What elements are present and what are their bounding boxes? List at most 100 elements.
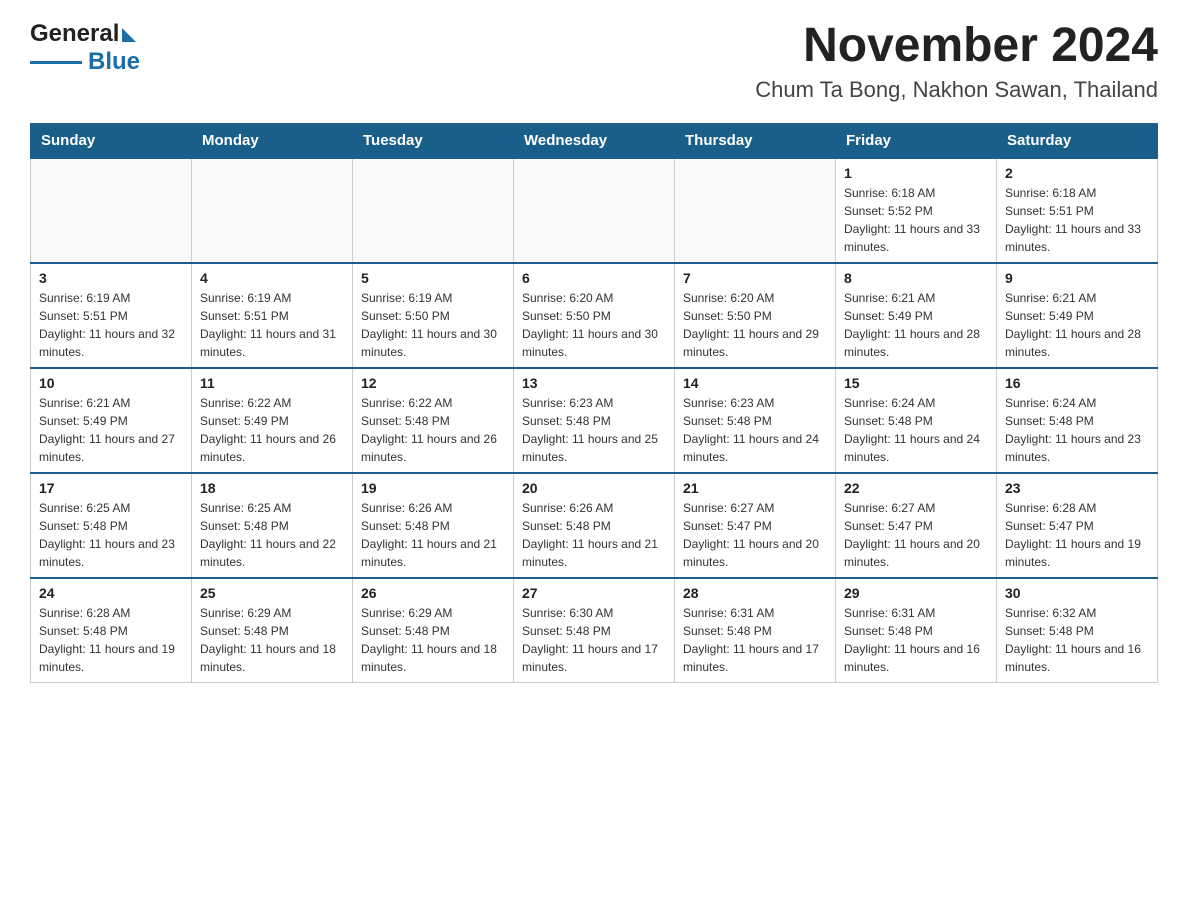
day-number: 29 [844, 585, 988, 601]
calendar-day-cell: 27 Sunrise: 6:30 AM Sunset: 5:48 PM Dayli… [514, 578, 675, 683]
day-of-week-header: Thursday [675, 123, 836, 158]
logo-underline [30, 61, 82, 64]
day-number: 8 [844, 270, 988, 286]
day-info: Sunrise: 6:28 AM Sunset: 5:48 PM Dayligh… [39, 604, 183, 676]
day-number: 10 [39, 375, 183, 391]
day-info: Sunrise: 6:20 AM Sunset: 5:50 PM Dayligh… [683, 289, 827, 361]
day-number: 24 [39, 585, 183, 601]
day-number: 28 [683, 585, 827, 601]
calendar-day-cell: 22Sunrise: 6:27 AM Sunset: 5:47 PM Dayli… [836, 473, 997, 578]
day-info: Sunrise: 6:19 AM Sunset: 5:51 PM Dayligh… [39, 289, 183, 361]
day-info: Sunrise: 6:29 AM Sunset: 5:48 PM Dayligh… [200, 604, 344, 676]
calendar-day-cell: 11 Sunrise: 6:22 AM Sunset: 5:49 PM Dayli… [192, 368, 353, 473]
day-number: 3 [39, 270, 183, 286]
day-number: 19 [361, 480, 505, 496]
calendar-day-cell: 2 Sunrise: 6:18 AM Sunset: 5:51 PM Daylig… [997, 158, 1158, 263]
calendar-day-cell: 29Sunrise: 6:31 AM Sunset: 5:48 PM Dayli… [836, 578, 997, 683]
calendar-day-cell: 4 Sunrise: 6:19 AM Sunset: 5:51 PM Daylig… [192, 263, 353, 368]
calendar-day-cell: 15 Sunrise: 6:24 AM Sunset: 5:48 PM Dayli… [836, 368, 997, 473]
day-info: Sunrise: 6:21 AM Sunset: 5:49 PM Dayligh… [844, 289, 988, 361]
day-number: 13 [522, 375, 666, 391]
calendar-day-cell: 10 Sunrise: 6:21 AM Sunset: 5:49 PM Dayli… [31, 368, 192, 473]
calendar-day-cell: 7 Sunrise: 6:20 AM Sunset: 5:50 PM Daylig… [675, 263, 836, 368]
calendar-week-row: 1Sunrise: 6:18 AM Sunset: 5:52 PM Daylig… [31, 158, 1158, 263]
day-number: 4 [200, 270, 344, 286]
day-number: 23 [1005, 480, 1149, 496]
calendar-day-cell: 8 Sunrise: 6:21 AM Sunset: 5:49 PM Daylig… [836, 263, 997, 368]
calendar-day-cell: 26Sunrise: 6:29 AM Sunset: 5:48 PM Dayli… [353, 578, 514, 683]
day-of-week-header: Sunday [31, 123, 192, 158]
calendar-day-cell [192, 158, 353, 263]
day-info: Sunrise: 6:22 AM Sunset: 5:49 PM Dayligh… [200, 394, 344, 466]
day-info: Sunrise: 6:24 AM Sunset: 5:48 PM Dayligh… [1005, 394, 1149, 466]
day-of-week-header: Saturday [997, 123, 1158, 158]
calendar-day-cell [514, 158, 675, 263]
day-number: 30 [1005, 585, 1149, 601]
logo-triangle-icon [122, 28, 136, 42]
day-info: Sunrise: 6:19 AM Sunset: 5:51 PM Dayligh… [200, 289, 344, 361]
day-number: 5 [361, 270, 505, 286]
day-info: Sunrise: 6:22 AM Sunset: 5:48 PM Dayligh… [361, 394, 505, 466]
day-number: 21 [683, 480, 827, 496]
day-number: 14 [683, 375, 827, 391]
day-info: Sunrise: 6:32 AM Sunset: 5:48 PM Dayligh… [1005, 604, 1149, 676]
calendar-day-cell: 23 Sunrise: 6:28 AM Sunset: 5:47 PM Dayli… [997, 473, 1158, 578]
day-of-week-header: Friday [836, 123, 997, 158]
day-number: 17 [39, 480, 183, 496]
calendar-subtitle: Chum Ta Bong, Nakhon Sawan, Thailand [755, 77, 1158, 103]
day-number: 7 [683, 270, 827, 286]
calendar-day-cell: 30 Sunrise: 6:32 AM Sunset: 5:48 PM Dayli… [997, 578, 1158, 683]
day-info: Sunrise: 6:23 AM Sunset: 5:48 PM Dayligh… [522, 394, 666, 466]
calendar-week-row: 3 Sunrise: 6:19 AM Sunset: 5:51 PM Daylig… [31, 263, 1158, 368]
day-number: 15 [844, 375, 988, 391]
calendar-title: November 2024 [755, 20, 1158, 73]
day-number: 22 [844, 480, 988, 496]
day-info: Sunrise: 6:21 AM Sunset: 5:49 PM Dayligh… [1005, 289, 1149, 361]
day-info: Sunrise: 6:26 AM Sunset: 5:48 PM Dayligh… [361, 499, 505, 571]
calendar-week-row: 17 Sunrise: 6:25 AM Sunset: 5:48 PM Dayli… [31, 473, 1158, 578]
day-info: Sunrise: 6:21 AM Sunset: 5:49 PM Dayligh… [39, 394, 183, 466]
day-info: Sunrise: 6:28 AM Sunset: 5:47 PM Dayligh… [1005, 499, 1149, 571]
day-number: 6 [522, 270, 666, 286]
day-number: 9 [1005, 270, 1149, 286]
calendar-header: SundayMondayTuesdayWednesdayThursdayFrid… [31, 123, 1158, 158]
calendar-day-cell: 18Sunrise: 6:25 AM Sunset: 5:48 PM Dayli… [192, 473, 353, 578]
logo-general-text: General [30, 20, 119, 48]
day-info: Sunrise: 6:18 AM Sunset: 5:52 PM Dayligh… [844, 184, 988, 256]
day-info: Sunrise: 6:24 AM Sunset: 5:48 PM Dayligh… [844, 394, 988, 466]
calendar-day-cell: 21Sunrise: 6:27 AM Sunset: 5:47 PM Dayli… [675, 473, 836, 578]
calendar-day-cell: 17 Sunrise: 6:25 AM Sunset: 5:48 PM Dayli… [31, 473, 192, 578]
calendar-body: 1Sunrise: 6:18 AM Sunset: 5:52 PM Daylig… [31, 158, 1158, 683]
day-number: 11 [200, 375, 344, 391]
day-of-week-header: Tuesday [353, 123, 514, 158]
day-info: Sunrise: 6:18 AM Sunset: 5:51 PM Dayligh… [1005, 184, 1149, 256]
calendar-day-cell: 3 Sunrise: 6:19 AM Sunset: 5:51 PM Daylig… [31, 263, 192, 368]
day-info: Sunrise: 6:19 AM Sunset: 5:50 PM Dayligh… [361, 289, 505, 361]
day-info: Sunrise: 6:23 AM Sunset: 5:48 PM Dayligh… [683, 394, 827, 466]
calendar-day-cell: 16 Sunrise: 6:24 AM Sunset: 5:48 PM Dayli… [997, 368, 1158, 473]
day-info: Sunrise: 6:30 AM Sunset: 5:48 PM Dayligh… [522, 604, 666, 676]
logo-blue-text: Blue [88, 48, 140, 76]
calendar-day-cell: 19 Sunrise: 6:26 AM Sunset: 5:48 PM Dayli… [353, 473, 514, 578]
calendar-day-cell: 13 Sunrise: 6:23 AM Sunset: 5:48 PM Dayli… [514, 368, 675, 473]
calendar-week-row: 24 Sunrise: 6:28 AM Sunset: 5:48 PM Dayli… [31, 578, 1158, 683]
day-of-week-header: Wednesday [514, 123, 675, 158]
calendar-table: SundayMondayTuesdayWednesdayThursdayFrid… [30, 123, 1158, 683]
calendar-day-cell: 14 Sunrise: 6:23 AM Sunset: 5:48 PM Dayli… [675, 368, 836, 473]
day-number: 26 [361, 585, 505, 601]
page-header: General Blue November 2024 Chum Ta Bong,… [30, 20, 1158, 103]
day-number: 16 [1005, 375, 1149, 391]
calendar-day-cell [31, 158, 192, 263]
day-number: 25 [200, 585, 344, 601]
calendar-day-cell: 25 Sunrise: 6:29 AM Sunset: 5:48 PM Dayli… [192, 578, 353, 683]
day-info: Sunrise: 6:31 AM Sunset: 5:48 PM Dayligh… [683, 604, 827, 676]
day-info: Sunrise: 6:25 AM Sunset: 5:48 PM Dayligh… [39, 499, 183, 571]
calendar-day-cell: 20Sunrise: 6:26 AM Sunset: 5:48 PM Dayli… [514, 473, 675, 578]
day-number: 27 [522, 585, 666, 601]
logo: General Blue [30, 20, 140, 76]
day-number: 12 [361, 375, 505, 391]
day-number: 18 [200, 480, 344, 496]
day-of-week-header: Monday [192, 123, 353, 158]
day-number: 2 [1005, 165, 1149, 181]
calendar-day-cell: 6Sunrise: 6:20 AM Sunset: 5:50 PM Daylig… [514, 263, 675, 368]
